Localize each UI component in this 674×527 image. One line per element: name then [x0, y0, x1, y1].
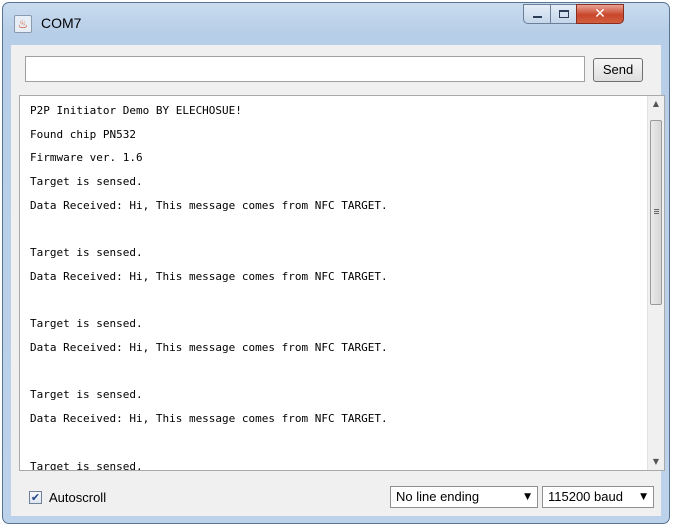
java-app-icon: ♨	[14, 15, 32, 33]
minimize-button[interactable]	[523, 4, 551, 24]
close-button[interactable]: ✕	[576, 4, 624, 24]
line-ending-value: No line ending	[396, 489, 480, 504]
vertical-scrollbar[interactable]: ▲ ▼	[647, 96, 664, 470]
client-area: Send P2P Initiator Demo BY ELECHOSUE! Fo…	[11, 45, 665, 516]
autoscroll-checkbox[interactable]: ✔	[29, 490, 42, 504]
chevron-down-icon: ▼	[640, 492, 647, 502]
send-button[interactable]: Send	[593, 58, 643, 82]
baud-rate-select[interactable]: 115200 baud ▼	[542, 486, 654, 508]
scroll-up-icon[interactable]: ▲	[648, 96, 664, 112]
window-title: COM7	[41, 15, 82, 31]
scroll-down-icon[interactable]: ▼	[648, 454, 664, 470]
autoscroll-toggle[interactable]: ✔ Autoscroll	[29, 489, 106, 505]
chevron-down-icon: ▼	[524, 492, 531, 502]
send-input[interactable]	[25, 56, 585, 82]
serial-output[interactable]: P2P Initiator Demo BY ELECHOSUE! Found c…	[19, 95, 665, 471]
title-bar[interactable]: ♨ COM7 ✕	[3, 3, 669, 37]
autoscroll-label: Autoscroll	[49, 489, 107, 505]
line-ending-select[interactable]: No line ending ▼	[390, 486, 538, 508]
baud-rate-value: 115200 baud	[548, 489, 623, 504]
grip-icon	[654, 209, 659, 210]
serial-monitor-window: ♨ COM7 ✕ Send P2P Initiator Demo BY ELEC…	[2, 2, 670, 524]
maximize-button[interactable]	[550, 4, 577, 24]
minimize-icon	[533, 16, 542, 18]
maximize-icon	[559, 10, 569, 18]
close-icon: ✕	[594, 6, 606, 22]
scroll-thumb[interactable]	[650, 120, 662, 305]
output-text: P2P Initiator Demo BY ELECHOSUE! Found c…	[30, 104, 388, 471]
